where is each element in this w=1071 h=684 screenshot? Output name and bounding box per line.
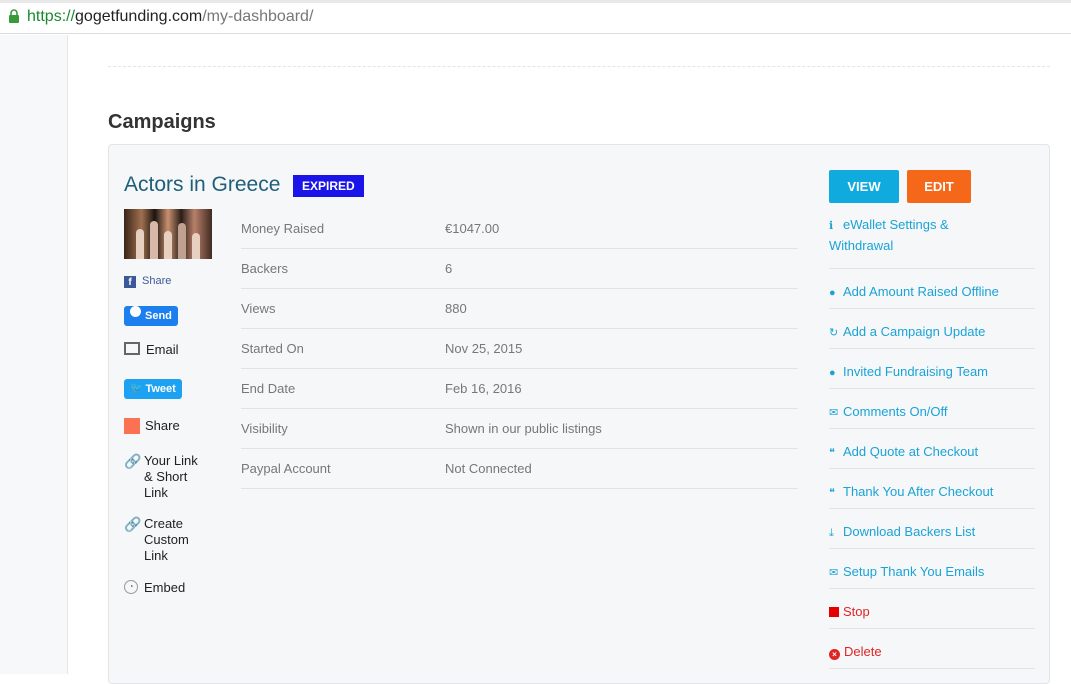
section-divider (108, 66, 1050, 67)
view-button[interactable]: VIEW (829, 170, 899, 203)
your-link-label: Your Link & Short Link (144, 453, 198, 500)
twitter-icon: 🐦 (130, 383, 143, 394)
messenger-send-button[interactable]: Send (124, 306, 178, 326)
details-value: Feb 16, 2016 (445, 381, 522, 396)
action-thank-you-after-checkout[interactable]: ❝ Thank You After Checkout (829, 469, 1035, 509)
addthis-share-button[interactable]: Share (124, 418, 180, 434)
embed-label: Embed (144, 580, 186, 595)
action-add-a-campaign-update[interactable]: ↻ Add a Campaign Update (829, 309, 1035, 349)
action-label: Add Quote at Checkout (843, 444, 979, 459)
url-host: gogetfunding.com (75, 8, 203, 25)
details-row: Visibility Shown in our public listings (241, 409, 798, 449)
url-path: /my-dashboard/ (202, 8, 314, 25)
section-title: Campaigns (108, 111, 216, 133)
action-invited-fundraising-team[interactable]: ● Invited Fundraising Team (829, 349, 1035, 389)
details-value: 880 (445, 301, 467, 316)
custom-link-button[interactable]: 🔗 Create Custom Link (124, 516, 189, 564)
details-label: Paypal Account (241, 461, 331, 476)
action-label: Stop (843, 604, 870, 619)
action-label: Add Amount Raised Offline (843, 284, 999, 299)
edit-button[interactable]: EDIT (907, 170, 971, 203)
action-stop[interactable]: Stop (829, 589, 1035, 629)
user-icon: ● (829, 367, 836, 379)
email-share-button[interactable]: Email (124, 342, 179, 357)
action-ewallet-settings-withdrawal[interactable]: ℹ eWallet Settings & Withdrawal (829, 209, 1035, 269)
stop-icon (829, 607, 839, 617)
url-scheme: https:// (27, 8, 76, 25)
details-row: Paypal Account Not Connected (241, 449, 798, 489)
details-row: End Date Feb 16, 2016 (241, 369, 798, 409)
dashboard-main: Campaigns Actors in Greece EXPIRED f Sha… (68, 35, 1071, 684)
details-value: Not Connected (445, 461, 532, 476)
custom-link-label: Create Custom Link (144, 516, 189, 563)
money-bag-icon: ● (829, 287, 836, 299)
campaign-card: Actors in Greece EXPIRED f Share Send Em… (108, 144, 1050, 684)
action-setup-thank-you-emails[interactable]: ✉ Setup Thank You Emails (829, 549, 1035, 589)
embed-icon: ◔ (124, 580, 138, 594)
twitter-tweet-button[interactable]: 🐦 Tweet (124, 379, 182, 399)
facebook-share-label: Share (142, 275, 172, 287)
details-label: Views (241, 301, 276, 316)
envelope-icon: ✉ (829, 567, 839, 579)
facebook-icon: f (124, 276, 136, 288)
lock-icon (9, 9, 19, 23)
messenger-send-label: Send (145, 310, 172, 322)
campaign-thumbnail[interactable] (124, 209, 212, 259)
details-label: End Date (241, 381, 296, 396)
refresh-icon: ↻ (829, 327, 839, 339)
action-add-quote-at-checkout[interactable]: ❝ Add Quote at Checkout (829, 429, 1035, 469)
facebook-share-button[interactable]: f Share (124, 275, 171, 288)
action-comments-on-off[interactable]: ✉ Comments On/Off (829, 389, 1035, 429)
action-label: Delete (844, 644, 882, 659)
details-row: Views 880 (241, 289, 798, 329)
details-row: Backers 6 (241, 249, 798, 289)
delete-icon: × (829, 649, 840, 660)
details-value: Shown in our public listings (445, 421, 602, 436)
campaign-details-table: Money Raised €1047.00 Backers 6 Views 880 Star… (241, 209, 798, 489)
details-label: Backers (241, 261, 288, 276)
details-label: Money Raised (241, 221, 325, 236)
download-icon: ⤓ (829, 527, 834, 539)
browser-top-edge (0, 0, 1071, 3)
details-label: Visibility (241, 421, 288, 436)
info-icon: ℹ (829, 220, 834, 232)
left-sidebar-gutter (0, 35, 68, 674)
action-add-amount-raised-offline[interactable]: ● Add Amount Raised Offline (829, 269, 1035, 309)
action-label: Thank You After Checkout (843, 484, 994, 499)
messenger-icon (130, 306, 141, 317)
envelope-icon (124, 342, 140, 355)
your-link-button[interactable]: 🔗 Your Link & Short Link (124, 453, 198, 501)
details-row: Money Raised €1047.00 (241, 209, 798, 249)
action-label: Add a Campaign Update (843, 324, 986, 339)
url-text[interactable]: https://gogetfunding.com/my-dashboard/ (27, 8, 313, 26)
action-label: eWallet Settings & Withdrawal (829, 217, 949, 253)
action-delete[interactable]: × Delete (829, 629, 1035, 669)
action-label: Invited Fundraising Team (843, 364, 989, 379)
share-icon (124, 418, 140, 434)
link-icon: 🔗 (124, 516, 142, 532)
link-icon: 🔗 (124, 453, 142, 469)
status-badge: EXPIRED (293, 175, 364, 197)
embed-button[interactable]: ◔ Embed (124, 580, 185, 596)
share-label: Share (145, 418, 180, 433)
campaign-actions-list: ℹ eWallet Settings & Withdrawal ● Add Amount… (829, 209, 1035, 669)
details-value: Nov 25, 2015 (445, 341, 523, 356)
campaign-title[interactable]: Actors in Greece (124, 173, 280, 197)
details-label: Started On (241, 341, 304, 356)
email-share-label: Email (146, 342, 179, 357)
browser-address-bar[interactable]: https://gogetfunding.com/my-dashboard/ (0, 0, 1071, 34)
tweet-label: Tweet (145, 383, 176, 395)
action-label: Setup Thank You Emails (843, 564, 985, 579)
envelope-icon: ✉ (829, 407, 839, 419)
quote-icon: ❝ (829, 487, 835, 499)
details-value: €1047.00 (445, 221, 500, 236)
action-label: Comments On/Off (843, 404, 948, 419)
quote-icon: ❝ (829, 447, 835, 459)
action-label: Download Backers List (843, 524, 976, 539)
details-row: Started On Nov 25, 2015 (241, 329, 798, 369)
details-value: 6 (445, 261, 453, 276)
action-download-backers-list[interactable]: ⤓ Download Backers List (829, 509, 1035, 549)
